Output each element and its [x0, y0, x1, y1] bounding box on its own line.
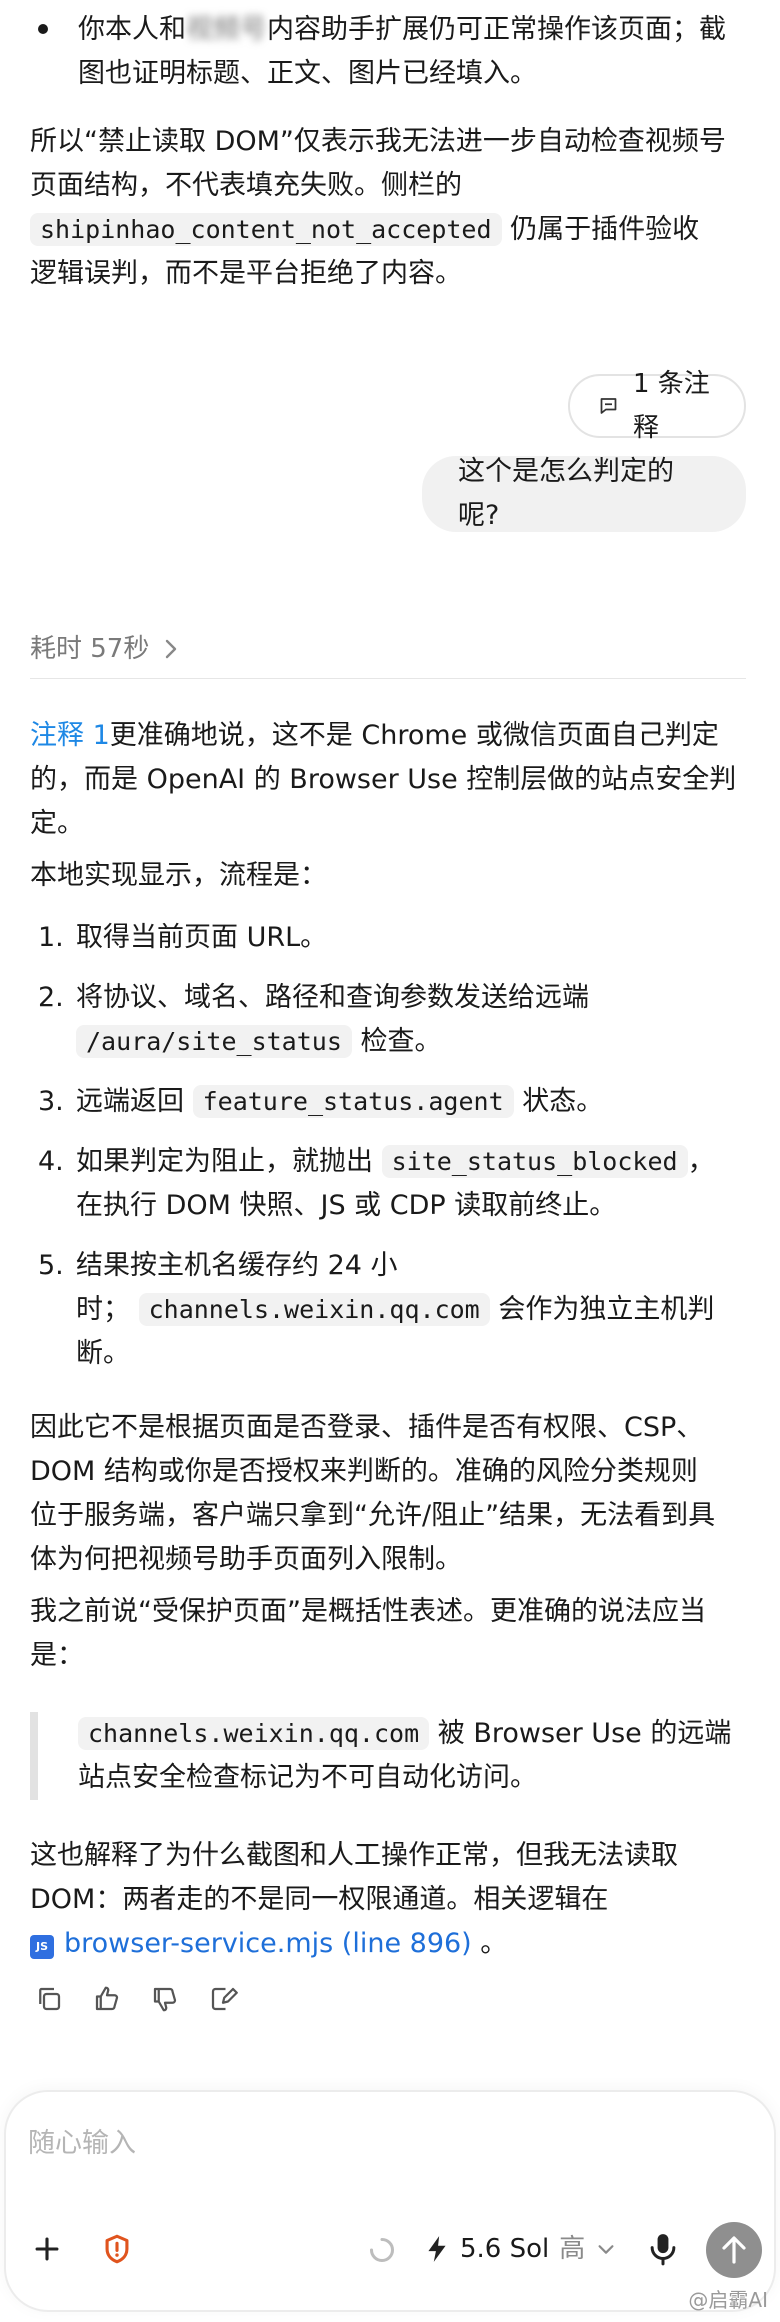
- para-line: 因此它不是根据页面是否登录、插件是否有权限、CSP、: [30, 1412, 704, 1443]
- steps-list: 1. 取得当前页面 URL。 2. 将协议、域名、路径和查询参数发送给远端 /a…: [30, 916, 760, 1392]
- model-name: 5.6 Sol: [460, 2234, 550, 2264]
- step-text: 取得当前页面 URL。: [76, 922, 328, 953]
- assistant-paragraph: 所以“禁止读取 DOM”仅表示我无法进一步自动检查视频号 页面结构，不代表填充失…: [30, 120, 760, 296]
- inline-code: /aura/site_status: [76, 1025, 352, 1058]
- step-number: 5.: [38, 1250, 64, 1281]
- step-text: 检查。: [360, 1026, 442, 1057]
- copy-icon[interactable]: [34, 1984, 64, 2014]
- step-text: 断。: [76, 1338, 130, 1369]
- message-input[interactable]: 随心输入: [28, 2122, 748, 2166]
- elapsed-time-toggle[interactable]: 耗时 57秒: [30, 627, 179, 671]
- annotation-pill-label: 1 条注释: [632, 369, 710, 443]
- quote-text: 站点安全检查标记为不可自动化访问。: [78, 1762, 537, 1793]
- step-number: 1.: [38, 922, 64, 953]
- thumbs-down-icon[interactable]: [150, 1984, 180, 2014]
- para-line: 体为何把视频号助手页面列入限制。: [30, 1544, 462, 1575]
- file-reference-link[interactable]: browser-service.mjs (line 896): [64, 1928, 472, 1959]
- step-text: 在执行 DOM 快照、JS 或 CDP 读取前终止。: [76, 1190, 617, 1221]
- edit-icon[interactable]: [208, 1984, 238, 2014]
- thumbs-up-icon[interactable]: [92, 1984, 122, 2014]
- step-number: 2.: [38, 982, 64, 1013]
- inline-code: channels.weixin.qq.com: [78, 1717, 430, 1750]
- step-text: 将协议、域名、路径和查询参数发送给远端: [76, 982, 589, 1013]
- para-line: 的，而是 OpenAI 的 Browser Use 控制层做的站点安全判: [30, 764, 737, 795]
- elapsed-label: 耗时 57秒: [30, 634, 150, 664]
- para-line: 本地实现显示，流程是：: [30, 860, 327, 891]
- arrow-up-icon: [722, 2236, 746, 2264]
- divider: [30, 678, 746, 679]
- microphone-icon[interactable]: [646, 2230, 680, 2268]
- inline-code: shipinhao_content_not_accepted: [30, 213, 502, 246]
- list-item: 5. 结果按主机名缓存约 24 小 时； channels.weixin.qq.…: [30, 1244, 760, 1376]
- bullet-text: 内容助手扩展仍可正常操作该页面；截: [267, 14, 726, 45]
- top-bullet-text: 你本人和视频号内容助手扩展仍可正常操作该页面；截 图也证明标题、正文、图片已经填…: [78, 8, 758, 96]
- answer-paragraph: 这也解释了为什么截图和人工操作正常，但我无法读取 DOM：两者走的不是同一权限通…: [30, 1834, 760, 1966]
- send-button[interactable]: [706, 2222, 762, 2278]
- para-line: 这也解释了为什么截图和人工操作正常，但我无法读取: [30, 1840, 678, 1871]
- step-text: ，: [687, 1146, 715, 1177]
- bullet-text: 图也证明标题、正文、图片已经填入。: [78, 58, 537, 89]
- inline-code: feature_status.agent: [192, 1085, 514, 1118]
- para-line: 所以“禁止读取 DOM”仅表示我无法进一步自动检查视频号: [30, 126, 726, 157]
- annotation-pill-button[interactable]: 1 条注释: [568, 369, 746, 443]
- para-line: DOM 结构或你是否授权来判断的。准确的风险分类规则: [30, 1456, 698, 1487]
- chevron-right-icon: [166, 639, 177, 659]
- step-text: 状态。: [522, 1086, 604, 1117]
- para-line: DOM：两者走的不是同一权限通道。相关逻辑在: [30, 1884, 609, 1915]
- chevron-down-icon: [598, 2245, 614, 2254]
- step-number: 4.: [38, 1146, 64, 1177]
- js-file-icon: JS: [30, 1935, 54, 1959]
- inline-code: channels.weixin.qq.com: [138, 1293, 490, 1326]
- model-selector[interactable]: 5.6 Sol 高: [424, 2224, 617, 2274]
- inline-code: site_status_blocked: [381, 1145, 688, 1178]
- effort-level: 高: [559, 2234, 586, 2264]
- answer-intro: 注释 1更准确地说，这不是 Chrome 或微信页面自己判定 的，而是 Open…: [30, 714, 760, 898]
- list-item: 4. 如果判定为阻止，就抛出 site_status_blocked， 在执行 …: [30, 1140, 760, 1228]
- watermark: @启霸AI: [688, 2288, 768, 2312]
- list-item: 3. 远端返回 feature_status.agent 状态。: [30, 1080, 760, 1124]
- list-item: 2. 将协议、域名、路径和查询参数发送给远端 /aura/site_status…: [30, 976, 760, 1064]
- user-message-bubble: 这个是怎么判定的呢?: [422, 456, 746, 532]
- step-text: 会作为独立主机判: [498, 1294, 715, 1325]
- comment-icon: [600, 398, 617, 414]
- step-text: 远端返回: [76, 1086, 184, 1117]
- blurred-text: 视频号: [186, 14, 267, 45]
- message-actions: [34, 1984, 238, 2014]
- bullet-text: 你本人和: [78, 14, 186, 45]
- para-line: 位于服务端，客户端只拿到“允许/阻止”结果，无法看到具: [30, 1500, 716, 1531]
- bullet-dot: [38, 24, 48, 34]
- lightning-icon: [428, 2236, 446, 2262]
- quote-text: 被 Browser Use 的远端: [437, 1718, 732, 1749]
- step-text: 时；: [76, 1294, 130, 1325]
- para-line: 页面结构，不代表填充失败。侧栏的: [30, 170, 462, 201]
- annotation-marker-link[interactable]: 注释 1: [30, 720, 110, 751]
- para-line: 定。: [30, 808, 84, 839]
- plus-icon[interactable]: [30, 2232, 64, 2266]
- list-item: 1. 取得当前页面 URL。: [30, 916, 760, 960]
- composer: 随心输入 5.6 Sol 高: [4, 2090, 776, 2312]
- loading-spinner-icon: [369, 2237, 394, 2262]
- user-message-text: 这个是怎么判定的呢?: [458, 456, 674, 531]
- para-line: 是：: [30, 1640, 84, 1671]
- para-line: 我之前说“受保护页面”是概括性表述。更准确的说法应当: [30, 1596, 706, 1627]
- para-line: 逻辑误判，而不是平台拒绝了内容。: [30, 258, 462, 289]
- blockquote: channels.weixin.qq.com 被 Browser Use 的远端…: [30, 1712, 768, 1800]
- shield-alert-icon[interactable]: [100, 2232, 134, 2266]
- step-number: 3.: [38, 1086, 64, 1117]
- step-text: 结果按主机名缓存约 24 小: [76, 1250, 398, 1281]
- para-line: 更准确地说，这不是 Chrome 或微信页面自己判定: [109, 720, 719, 751]
- step-text: 如果判定为阻止，就抛出: [76, 1146, 373, 1177]
- answer-paragraph: 因此它不是根据页面是否登录、插件是否有权限、CSP、 DOM 结构或你是否授权来…: [30, 1406, 760, 1678]
- para-line: 。: [480, 1928, 508, 1959]
- para-line: 仍属于插件验收: [510, 214, 700, 245]
